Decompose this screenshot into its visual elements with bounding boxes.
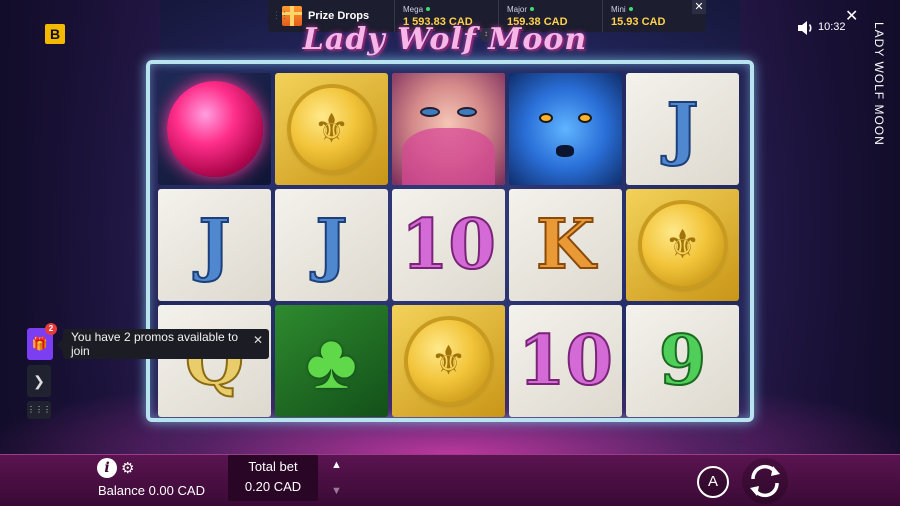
prize-tier-mini: Mini 15.93 CAD xyxy=(602,0,706,32)
symbol-letter: J xyxy=(314,205,348,285)
promo-message: You have 2 promos available to join xyxy=(71,330,239,358)
balance-display: Balance 0.00 CAD xyxy=(98,483,205,498)
spin-button[interactable] xyxy=(742,458,788,504)
live-dot-icon xyxy=(628,7,633,11)
promo-close-button[interactable]: ✕ xyxy=(253,333,263,347)
game-stage: B Prize Drops Mega 1 593.83 CAD Major 15… xyxy=(0,0,900,506)
clover-icon: ♣ xyxy=(305,317,358,405)
symbol-q: Q xyxy=(158,305,271,417)
symbol-coin: ⚜ xyxy=(626,189,739,301)
symbol-letter: 9 xyxy=(658,321,707,401)
reel-grid: ⚜ J J J 10 K ⚜ Q ♣ ⚜ 10 9 xyxy=(156,71,741,417)
symbol-lady xyxy=(392,73,505,185)
symbol-letter: 10 xyxy=(517,321,614,401)
total-bet-label: Total bet xyxy=(248,459,298,474)
bet-decrease-button[interactable]: ▼ xyxy=(331,485,342,497)
drag-grip-icon[interactable]: ⋮⋮ xyxy=(272,10,289,21)
gold-coin-icon: ⚜ xyxy=(407,320,490,402)
blue-wolf-icon xyxy=(509,73,622,185)
symbol-letter: K xyxy=(535,205,596,285)
symbol-j: J xyxy=(275,189,388,301)
symbol-j: J xyxy=(158,189,271,301)
more-menu-button[interactable]: ⋮⋮⋮ xyxy=(27,401,51,419)
game-title-logo: Lady Wolf Moon xyxy=(302,22,588,57)
symbol-j: J xyxy=(626,73,739,185)
bet-increase-button[interactable]: ▲ xyxy=(331,459,342,471)
gear-icon[interactable]: ⚙ xyxy=(121,459,134,477)
symbol-10: 10 xyxy=(509,305,622,417)
symbol-letter: J xyxy=(197,205,231,285)
symbol-letter: J xyxy=(665,89,699,169)
chevron-right-icon: ❯ xyxy=(33,372,45,389)
prize-drops-close-button[interactable]: ✕ xyxy=(692,0,706,14)
triangle-down-icon: ▼ xyxy=(331,485,342,497)
symbol-coin: ⚜ xyxy=(275,73,388,185)
expand-panel-button[interactable]: ❯ xyxy=(27,365,51,397)
gold-coin-icon: ⚜ xyxy=(290,88,373,170)
gift-icon: 🎁 xyxy=(31,336,49,351)
triangle-up-icon: ▲ xyxy=(331,459,342,471)
promo-tooltip[interactable]: You have 2 promos available to join ✕ xyxy=(57,329,269,359)
gold-coin-icon: ⚜ xyxy=(641,204,724,286)
symbol-coin: ⚜ xyxy=(392,305,505,417)
symbol-k: K xyxy=(509,189,622,301)
symbol-letter: 10 xyxy=(400,205,497,285)
close-game-button[interactable]: ✕ xyxy=(845,6,858,26)
side-game-title: LADY WOLF MOON xyxy=(872,22,886,146)
lady-face-icon xyxy=(392,73,505,185)
promo-count-badge: 2 xyxy=(45,323,57,335)
clock: 10:32 xyxy=(818,21,846,33)
symbol-wolf xyxy=(509,73,622,185)
info-icon[interactable]: i xyxy=(97,458,117,478)
prize-tier-label: Mega xyxy=(403,4,424,14)
prize-tier-value: 15.93 CAD xyxy=(611,15,666,28)
prize-drops-title: Prize Drops xyxy=(308,10,370,22)
brand-logo: B xyxy=(45,24,65,44)
symbol-clover: ♣ xyxy=(275,305,388,417)
total-bet-value: 0.20 CAD xyxy=(244,479,302,494)
dots-icon: ⋮⋮⋮ xyxy=(27,405,51,414)
live-dot-icon xyxy=(426,7,431,11)
live-dot-icon xyxy=(530,7,535,11)
pink-orb-icon xyxy=(166,81,263,177)
sound-icon[interactable] xyxy=(797,20,815,36)
prize-tier-label: Major xyxy=(507,4,528,14)
symbol-9: 9 xyxy=(626,305,739,417)
autoplay-button[interactable]: A xyxy=(697,466,729,498)
symbol-orb xyxy=(158,73,271,185)
symbol-10: 10 xyxy=(392,189,505,301)
prize-tier-label: Mini xyxy=(611,4,626,14)
spin-arrows-icon xyxy=(750,464,780,498)
total-bet-box: Total bet 0.20 CAD xyxy=(228,455,318,501)
